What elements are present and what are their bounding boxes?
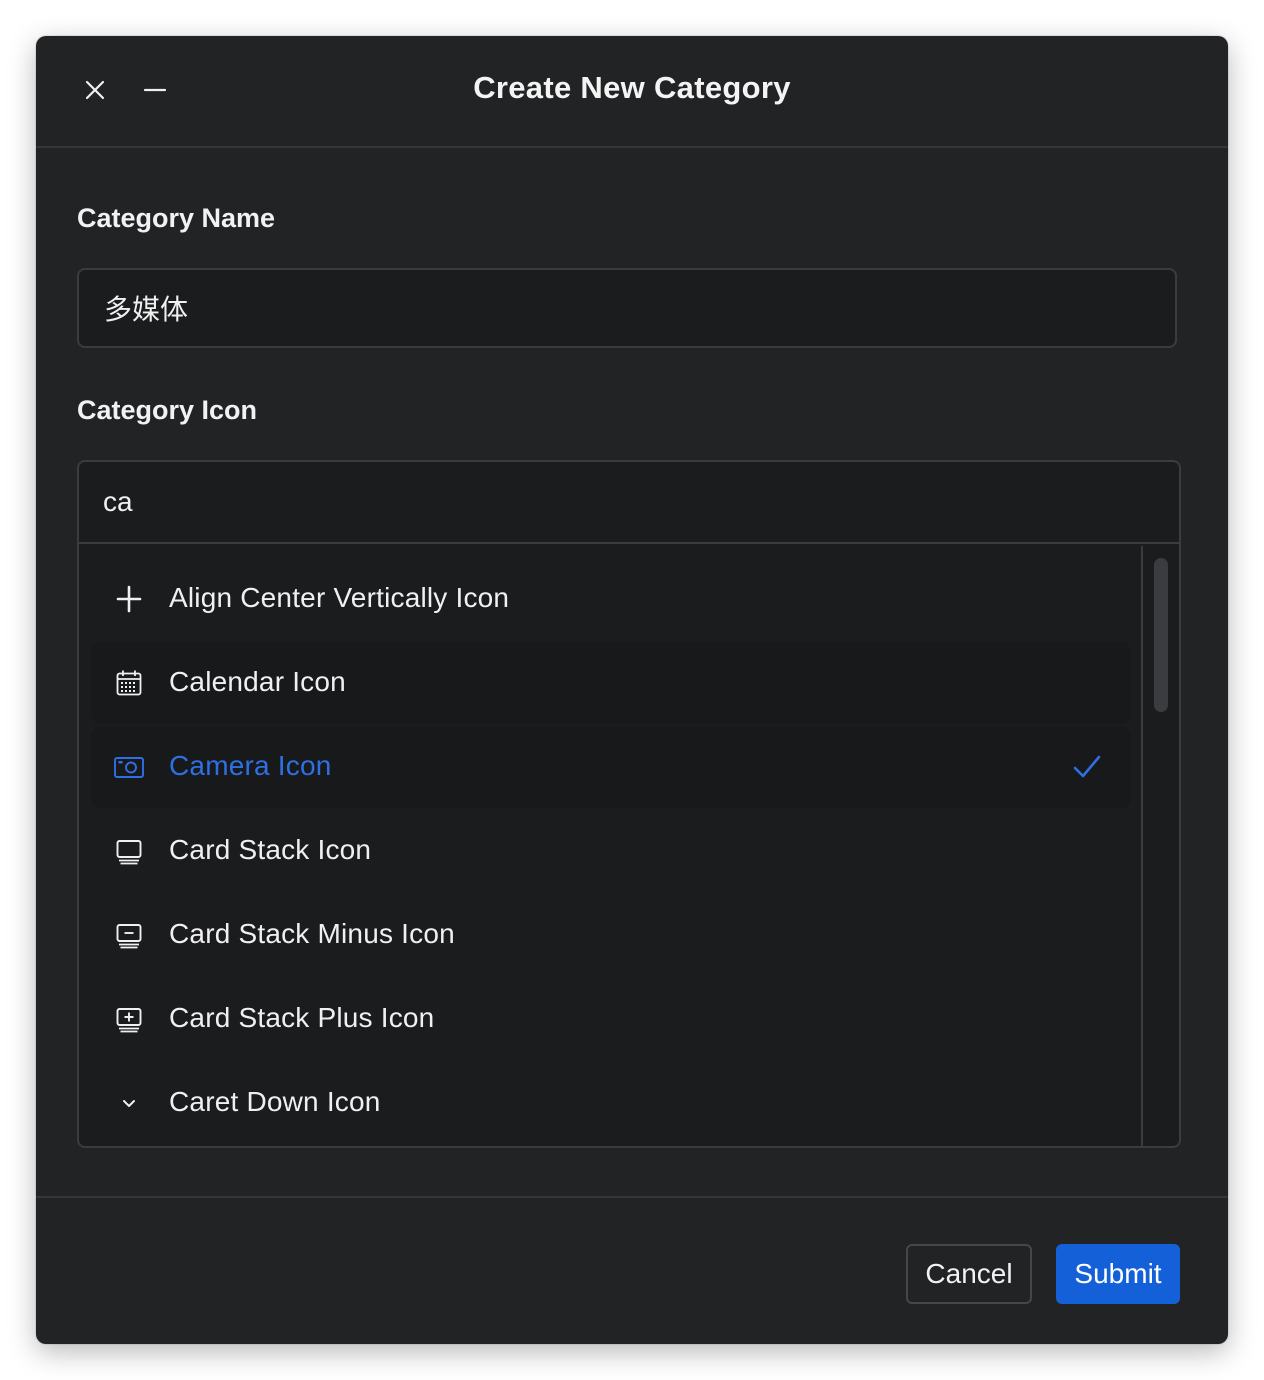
icon-option-caret-down[interactable]: Caret Down Icon	[91, 1062, 1131, 1144]
card-stack-minus-icon	[113, 919, 145, 951]
icon-option-align-center-vertically[interactable]: Align Center Vertically Icon	[91, 558, 1131, 640]
icon-combobox: ca Align Center Vertically Icon Calendar…	[77, 460, 1181, 1148]
calendar-icon	[113, 667, 145, 699]
cancel-button[interactable]: Cancel	[906, 1244, 1032, 1304]
category-name-input[interactable]: 多媒体	[77, 268, 1177, 348]
dialog-footer: Cancel Submit	[36, 1196, 1228, 1344]
icon-option-camera[interactable]: Camera Icon	[91, 726, 1131, 808]
caret-down-icon	[113, 1087, 145, 1119]
icon-option-calendar[interactable]: Calendar Icon	[91, 642, 1131, 724]
create-category-dialog: Create New Category Category Name 多媒体 Ca…	[36, 36, 1228, 1344]
card-stack-plus-icon	[113, 1003, 145, 1035]
icon-option-card-stack[interactable]: Card Stack Icon	[91, 810, 1131, 892]
submit-button[interactable]: Submit	[1056, 1244, 1180, 1304]
icon-option-label: Camera Icon	[169, 750, 332, 781]
icon-option-label: Align Center Vertically Icon	[169, 582, 510, 613]
card-stack-icon	[113, 835, 145, 867]
camera-icon	[113, 751, 145, 783]
align-center-vertically-icon	[113, 583, 145, 615]
icon-search-input[interactable]: ca	[79, 462, 1179, 544]
scrollbar-thumb[interactable]	[1154, 558, 1168, 712]
icon-list-scrollbar[interactable]	[1143, 546, 1179, 1146]
icon-option-label: Caret Down Icon	[169, 1086, 381, 1117]
dialog-header: Create New Category	[36, 36, 1228, 148]
dialog-title: Create New Category	[473, 70, 791, 105]
category-name-label: Category Name	[77, 203, 276, 233]
icon-option-label: Card Stack Plus Icon	[169, 1002, 435, 1033]
icon-option-label: Calendar Icon	[169, 666, 346, 697]
icon-options-list: Align Center Vertically Icon Calendar Ic	[79, 546, 1143, 1146]
icon-option-label: Card Stack Icon	[169, 834, 372, 865]
icon-option-card-stack-minus[interactable]: Card Stack Minus Icon	[91, 894, 1131, 976]
check-icon	[1073, 755, 1101, 778]
category-icon-label: Category Icon	[77, 395, 258, 425]
icon-option-card-stack-plus[interactable]: Card Stack Plus Icon	[91, 978, 1131, 1060]
icon-option-label: Card Stack Minus Icon	[169, 918, 455, 949]
